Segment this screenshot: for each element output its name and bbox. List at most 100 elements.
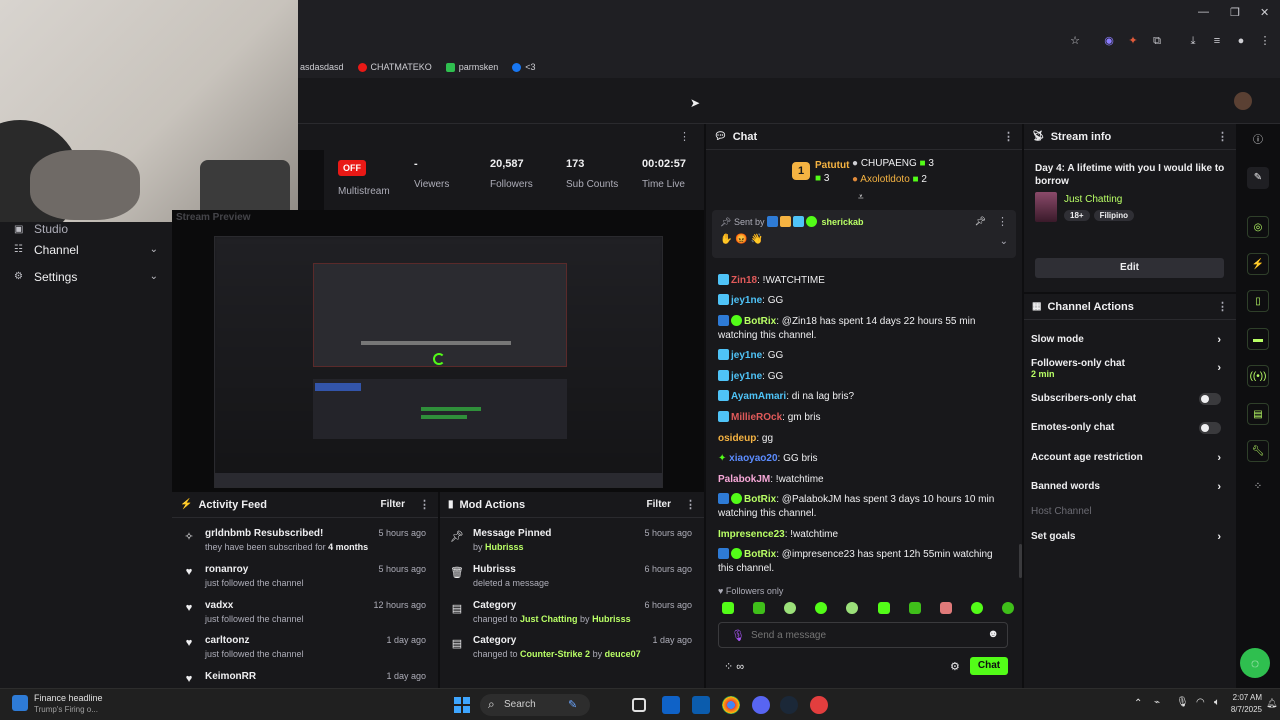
action-set-goals[interactable]: Set goals ›: [1031, 531, 1229, 543]
list-item[interactable]: ✧ grldnbmb Resubscribed! they have been …: [172, 528, 438, 564]
server-icon[interactable]: ▤: [1247, 403, 1269, 425]
emote-icon[interactable]: [846, 602, 859, 614]
lightning-icon[interactable]: ⚡: [1247, 253, 1269, 275]
emote-icon[interactable]: [877, 602, 890, 614]
chat-username[interactable]: MillieROck: [731, 412, 782, 423]
emote-icon[interactable]: [1001, 602, 1014, 614]
channel-actions-menu-icon[interactable]: ⋮: [1217, 300, 1228, 313]
chevron-up-icon[interactable]: ⌃: [1134, 698, 1142, 709]
pin-toggle-icon[interactable]: 📌︎: [975, 216, 986, 227]
discord-icon[interactable]: [752, 696, 770, 714]
activity-menu-icon[interactable]: ⋮: [419, 498, 430, 511]
user-avatar[interactable]: [1234, 92, 1252, 110]
chat-message-input[interactable]: [751, 627, 971, 643]
chat-settings-icon[interactable]: ⚙: [950, 660, 960, 673]
list-item[interactable]: ▤ Category changed to Counter-Strike 2 b…: [440, 635, 704, 671]
notification-bell-icon[interactable]: 🔔︎: [1266, 698, 1277, 709]
clock-time[interactable]: 2:07 AM: [1232, 693, 1262, 702]
broadcast-icon[interactable]: ((•)): [1247, 365, 1269, 387]
chat-username[interactable]: BotRix: [744, 549, 776, 560]
star-icon[interactable]: ☆: [1068, 34, 1082, 48]
network-icon[interactable]: ⌁: [1154, 697, 1160, 708]
close-icon[interactable]: ✕: [1260, 6, 1269, 19]
outlook-icon[interactable]: [692, 696, 710, 714]
pinned-message[interactable]: 📌︎ Sent by sherickab ✋ 😡 👋 📌︎ ⋮ ⌄: [712, 210, 1016, 258]
list-item[interactable]: 🗑︎ Hubrisss deleted a message 6 hours ag…: [440, 564, 704, 600]
taskbar-search-box[interactable]: ⌕ Search ✎: [480, 694, 590, 716]
category-thumbnail[interactable]: [1035, 192, 1057, 222]
extension-icon[interactable]: ✦: [1126, 34, 1140, 48]
emote-icon[interactable]: [970, 602, 983, 614]
pencil-icon[interactable]: ✎: [1247, 167, 1269, 189]
extension-icon[interactable]: ◉: [1102, 34, 1116, 48]
windows-start-icon[interactable]: [454, 697, 470, 713]
bookmark-item[interactable]: CHATMATEKO: [357, 62, 432, 72]
category-link[interactable]: Just Chatting: [1064, 194, 1122, 205]
sidebar-item-settings[interactable]: ⚙ Settings ⌄: [0, 263, 172, 290]
chat-menu-icon[interactable]: ⋮: [1003, 130, 1014, 143]
task-view-icon[interactable]: [632, 698, 646, 712]
clipboard-icon[interactable]: ▯: [1247, 290, 1269, 312]
maximize-icon[interactable]: ❐: [1230, 6, 1240, 19]
info-icon[interactable]: ⓘ: [1247, 130, 1269, 152]
microphone-icon[interactable]: 🎙︎: [731, 629, 745, 642]
activity-filter-button[interactable]: Filter: [381, 499, 405, 510]
chat-username[interactable]: jey1ne: [731, 350, 762, 361]
tag-chip[interactable]: 18+: [1064, 210, 1090, 221]
community-icon[interactable]: ⁘ ∞: [724, 660, 744, 673]
edit-stream-info-button[interactable]: Edit: [1035, 258, 1224, 278]
emote-icon[interactable]: [939, 602, 952, 614]
mod-menu-icon[interactable]: ⋮: [685, 498, 696, 511]
list-item[interactable]: ♥ carltoonz just followed the channel 1 …: [172, 635, 438, 671]
minimize-icon[interactable]: —: [1198, 6, 1209, 18]
sidebar-item-channel[interactable]: ☷ Channel ⌄: [0, 236, 172, 263]
microphone-icon[interactable]: 🎙︎: [1176, 697, 1189, 708]
weather-news-icon[interactable]: [12, 695, 28, 711]
emote-icon[interactable]: [908, 602, 921, 614]
chat-username[interactable]: AyamAmari: [731, 391, 786, 402]
support-chat-icon[interactable]: ◌: [1240, 648, 1270, 678]
chat-username[interactable]: BotRix: [744, 316, 776, 327]
chat-username[interactable]: osideup: [718, 433, 756, 444]
list-item[interactable]: 📌︎ Message Pinned by Hubrisss 5 hours ag…: [440, 528, 704, 564]
wifi-icon[interactable]: ◠: [1196, 697, 1205, 708]
action-slow-mode[interactable]: Slow mode ›: [1031, 334, 1229, 346]
bookmark-item[interactable]: asdasdasd: [300, 62, 344, 72]
stats-menu-icon[interactable]: ⋮: [679, 130, 690, 143]
store-icon[interactable]: [662, 696, 680, 714]
emote-icon[interactable]: [815, 602, 828, 614]
reading-list-icon[interactable]: ≡: [1210, 34, 1224, 48]
chat-username[interactable]: Impresence23: [718, 529, 785, 540]
puzzle-icon[interactable]: ⧉: [1150, 34, 1164, 48]
chrome-icon[interactable]: [722, 696, 740, 714]
subscribers-only-toggle[interactable]: [1199, 393, 1221, 405]
list-item[interactable]: ♥ vadxx just followed the channel 12 hou…: [172, 600, 438, 636]
volume-icon[interactable]: 🔈︎: [1214, 697, 1220, 708]
chat-username[interactable]: jey1ne: [731, 295, 762, 306]
browser-menu-icon[interactable]: ⋮: [1258, 34, 1272, 48]
chat-username[interactable]: xiaoyao20: [729, 453, 777, 464]
emotes-only-toggle[interactable]: [1199, 422, 1221, 434]
stream-info-menu-icon[interactable]: ⋮: [1217, 130, 1228, 143]
expand-leaderboard-icon[interactable]: ⩡: [858, 192, 864, 203]
chat-username[interactable]: BotRix: [744, 494, 776, 505]
action-followers-only-chat[interactable]: Followers-only chat 2 min ›: [1031, 358, 1229, 379]
bookmark-item[interactable]: parmsken: [445, 62, 498, 72]
community-icon[interactable]: ⁘: [1247, 476, 1269, 498]
profile-avatar-icon[interactable]: ●: [1234, 34, 1248, 48]
chat-bubble-icon[interactable]: ▬: [1247, 328, 1269, 350]
chat-scrollbar[interactable]: [1019, 544, 1022, 578]
multistream-stat[interactable]: OFF Multistream: [338, 160, 390, 197]
stream-preview-video[interactable]: [214, 236, 663, 488]
action-banned-words[interactable]: Banned words ›: [1031, 481, 1229, 493]
chat-username[interactable]: Zin18: [731, 275, 757, 286]
mod-filter-button[interactable]: Filter: [647, 499, 671, 510]
action-account-age-restriction[interactable]: Account age restriction ›: [1031, 452, 1229, 464]
emote-icon[interactable]: [753, 602, 766, 614]
list-item[interactable]: ♥ KeimonRR 1 day ago: [172, 671, 438, 688]
list-item[interactable]: ▤ Category changed to Just Chatting by H…: [440, 600, 704, 636]
layout-icon[interactable]: ◎: [1247, 216, 1269, 238]
chevron-down-icon[interactable]: ⌄: [1000, 236, 1008, 247]
chat-username[interactable]: jey1ne: [731, 371, 762, 382]
steam-icon[interactable]: [780, 696, 798, 714]
